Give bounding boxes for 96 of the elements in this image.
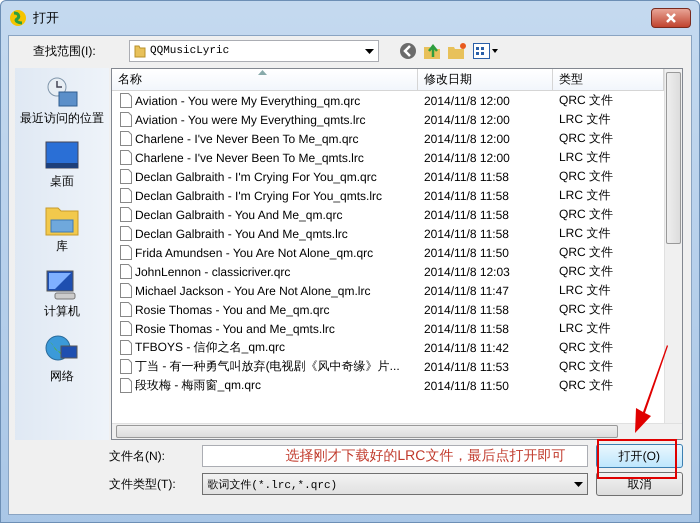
file-type-cell-text: QRC 文件: [558, 206, 614, 223]
file-type-cell-text: QRC 文件: [558, 339, 614, 356]
file-type-dropdown[interactable]: 歌词文件(*.lrc,*.qrc): [202, 473, 588, 495]
file-type-cell-text: LRC 文件: [558, 225, 612, 242]
file-icon: [120, 131, 132, 146]
desktop-icon: [45, 141, 79, 171]
column-header[interactable]: 修改日期: [418, 69, 553, 91]
back-button[interactable]: [399, 42, 417, 60]
horizontal-scrollbar[interactable]: [112, 423, 682, 439]
view-menu-button[interactable]: [473, 43, 499, 59]
modified-date-cell-text: 2014/11/8 11:42: [423, 340, 510, 354]
file-name-cell[interactable]: Charlene - I've Never Been To Me_qmts.lrc: [112, 150, 418, 165]
annotation-text: 选择刚才下载好的LRC文件，最后点打开即可: [285, 447, 566, 465]
modified-date-cell-text: 2014/11/8 12:00: [423, 112, 511, 126]
close-button[interactable]: [651, 8, 691, 28]
dropdown-caret-icon: [365, 48, 374, 54]
file-icon: [120, 188, 132, 203]
new-folder-button[interactable]: [447, 42, 467, 60]
file-type-cell-text: QRC 文件: [558, 301, 614, 318]
modified-date-cell-text: 2014/11/8 11:50: [423, 378, 510, 392]
vertical-scrollbar[interactable]: [664, 69, 682, 423]
sort-caret-icon: [258, 70, 267, 75]
file-type-cell-text: LRC 文件: [558, 111, 612, 128]
file-icon: [120, 283, 132, 298]
file-icon: [120, 302, 132, 317]
close-icon: [665, 13, 677, 23]
file-icon: [120, 112, 132, 127]
file-name-cell[interactable]: Aviation - You were My Everything_qmts.lrc: [112, 112, 418, 127]
file-name-cell[interactable]: Declan Galbraith - You And Me_qmts.lrc: [112, 226, 418, 241]
file-icon: [120, 226, 132, 241]
file-name-cell[interactable]: Michael Jackson - You Are Not Alone_qm.lrc: [112, 283, 418, 298]
modified-date-cell-text: 2014/11/8 12:00: [423, 150, 511, 164]
file-name-cell[interactable]: Rosie Thomas - You and Me_qm.qrc: [112, 302, 418, 317]
file-name-cell[interactable]: Declan Galbraith - I'm Crying For You_qmts.lrc: [112, 188, 418, 203]
file-type-cell-text: LRC 文件: [558, 149, 612, 166]
file-icon: [120, 93, 132, 108]
look-in-label: 查找范围(I):: [33, 42, 97, 60]
column-header[interactable]: 名称: [112, 69, 418, 91]
look-in-dropdown[interactable]: QQMusicLyric: [129, 40, 379, 62]
file-icon: [120, 340, 132, 355]
file-type-cell-text: LRC 文件: [558, 282, 612, 299]
file-type-label: 文件类型(T):: [109, 476, 177, 492]
file-name-field[interactable]: 选择刚才下载好的LRC文件，最后点打开即可: [202, 445, 588, 467]
file-icon: [120, 245, 132, 260]
modified-date-cell-text: 2014/11/8 12:00: [423, 132, 511, 146]
place-item[interactable]: 库: [43, 202, 81, 257]
file-icon: [120, 359, 132, 374]
file-icon: [120, 378, 132, 393]
file-name-cell[interactable]: Declan Galbraith - I'm Crying For You_qm.qrc: [112, 169, 418, 184]
modified-date-cell-text: 2014/11/8 11:58: [423, 170, 510, 184]
modified-date-cell-text: 2014/11/8 11:58: [423, 188, 510, 202]
modified-date-cell-text: 2014/11/8 12:00: [423, 94, 511, 108]
file-icon: [120, 321, 132, 336]
modified-date-cell-text: 2014/11/8 11:47: [423, 284, 510, 298]
file-type-cell-text: QRC 文件: [558, 168, 614, 185]
column-header[interactable]: 类型: [553, 69, 664, 91]
modified-date-cell-text: 2014/11/8 12:03: [423, 264, 511, 278]
file-type-cell-text: QRC 文件: [558, 358, 614, 375]
file-name-cell[interactable]: 段玫梅 - 梅雨窗_qm.qrc: [112, 377, 418, 394]
file-type-cell-text: QRC 文件: [558, 377, 614, 394]
file-name-cell[interactable]: JohnLennon - classicriver.qrc: [112, 264, 418, 279]
modified-date-cell-text: 2014/11/8 11:53: [423, 360, 510, 374]
file-type-cell-text: QRC 文件: [558, 92, 614, 109]
dropdown-caret-icon: [574, 482, 583, 486]
file-icon: [120, 169, 132, 184]
app-logo-icon: [9, 9, 27, 27]
file-icon: [120, 207, 132, 222]
file-name-cell[interactable]: Aviation - You were My Everything_qm.qrc: [112, 93, 418, 108]
file-name-cell[interactable]: Rosie Thomas - You and Me_qmts.lrc: [112, 321, 418, 336]
place-item[interactable]: 桌面: [43, 139, 81, 192]
folder-icon: [134, 44, 146, 58]
recent-places-icon: [45, 76, 79, 108]
modified-date-cell-text: 2014/11/8 11:58: [423, 302, 510, 316]
modified-date-cell-text: 2014/11/8 11:58: [423, 226, 510, 240]
file-name-cell[interactable]: 丁当 - 有一种勇气叫放弃(电视剧《风中奇缘》片...: [112, 358, 418, 375]
file-name-cell[interactable]: Charlene - I've Never Been To Me_qm.qrc: [112, 131, 418, 146]
place-item[interactable]: 计算机: [42, 267, 82, 322]
open-button[interactable]: 打开(O): [596, 444, 683, 468]
up-folder-button[interactable]: [423, 42, 441, 60]
file-icon: [120, 150, 132, 165]
file-icon: [120, 264, 132, 279]
file-type-cell-text: LRC 文件: [558, 320, 612, 337]
file-type-cell-text: QRC 文件: [558, 263, 614, 280]
modified-date-cell-text: 2014/11/8 11:58: [423, 322, 510, 336]
modified-date-cell-text: 2014/11/8 11:50: [423, 246, 510, 260]
place-item[interactable]: 最近访问的位置: [18, 74, 106, 129]
modified-date-cell-text: 2014/11/8 11:58: [423, 208, 510, 222]
file-name-cell[interactable]: TFBOYS - 信仰之名_qm.qrc: [112, 339, 418, 356]
file-type-cell-text: LRC 文件: [558, 187, 612, 204]
file-name-cell[interactable]: Frida Amundsen - You Are Not Alone_qm.qrc: [112, 245, 418, 260]
place-item[interactable]: 网络: [43, 332, 81, 387]
file-type-cell-text: QRC 文件: [558, 130, 614, 147]
file-type-cell-text: QRC 文件: [558, 244, 614, 261]
file-name-cell[interactable]: Declan Galbraith - You And Me_qm.qrc: [112, 207, 418, 222]
file-name-label: 文件名(N):: [109, 448, 166, 464]
window-title: 打开: [33, 9, 59, 27]
